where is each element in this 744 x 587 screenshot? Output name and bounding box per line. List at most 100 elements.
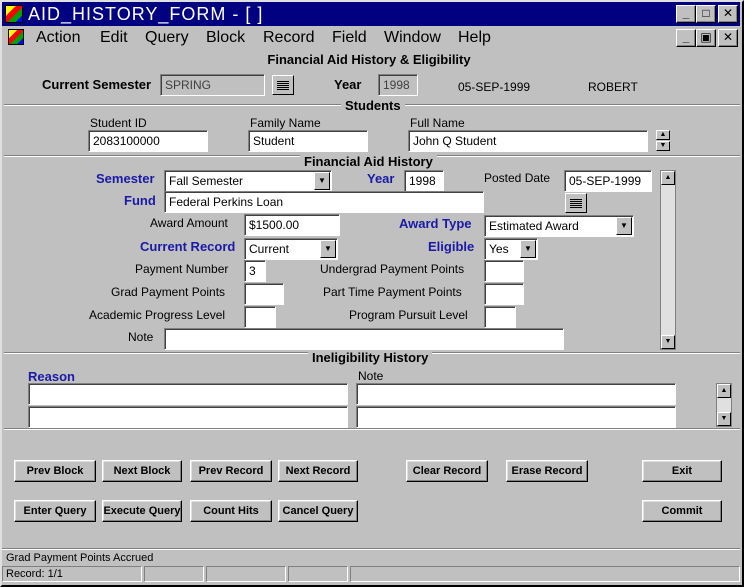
student-id-field[interactable]: 2083100000 xyxy=(88,130,208,152)
fund-label: Fund xyxy=(124,193,156,208)
program-pursuit-field[interactable] xyxy=(484,306,516,328)
students-scrollbar[interactable]: ▲ ▼ xyxy=(656,130,672,152)
menu-edit[interactable]: Edit xyxy=(100,29,128,47)
scroll-down-icon[interactable]: ▼ xyxy=(656,141,670,151)
semester-label: Semester xyxy=(96,171,155,186)
academic-progress-field[interactable] xyxy=(244,306,276,328)
eligible-select[interactable]: Yes ▼ xyxy=(484,238,538,260)
award-type-label: Award Type xyxy=(399,216,472,231)
doc-icon[interactable] xyxy=(8,29,24,45)
undergrad-points-label: Undergrad Payment Points xyxy=(320,262,465,276)
scroll-up-icon[interactable]: ▲ xyxy=(661,171,675,185)
award-amount-field[interactable]: $1500.00 xyxy=(244,214,340,236)
award-amount-label: Award Amount xyxy=(150,216,228,230)
fund-field[interactable]: Federal Perkins Loan xyxy=(164,191,484,213)
status-divider xyxy=(2,548,740,550)
semester-select[interactable]: Fall Semester ▼ xyxy=(164,170,332,192)
status-cell-4 xyxy=(288,566,348,582)
eligible-value: Yes xyxy=(489,242,509,256)
current-record-label: Current Record xyxy=(140,239,236,254)
history-year-label: Year xyxy=(367,171,395,186)
app-icon[interactable] xyxy=(5,5,23,23)
exit-button[interactable]: Exit xyxy=(642,460,722,482)
posted-date-label: Posted Date xyxy=(484,171,551,185)
scroll-up-icon[interactable]: ▲ xyxy=(656,130,670,140)
current-semester-label: Current Semester xyxy=(42,77,152,92)
menu-record[interactable]: Record xyxy=(263,29,315,47)
chevron-down-icon[interactable]: ▼ xyxy=(314,172,330,190)
scroll-down-icon[interactable]: ▼ xyxy=(717,412,731,426)
part-time-points-field[interactable] xyxy=(484,283,524,305)
scroll-up-icon[interactable]: ▲ xyxy=(717,384,731,398)
header-user: ROBERT xyxy=(588,80,638,94)
doc-minimize-button[interactable]: _ xyxy=(676,29,696,47)
menu-window[interactable]: Window xyxy=(384,29,441,47)
prev-block-button[interactable]: Prev Block xyxy=(14,460,96,482)
history-scrollbar[interactable]: ▲ ▼ xyxy=(660,170,676,350)
undergrad-points-field[interactable] xyxy=(484,260,524,282)
eligible-label: Eligible xyxy=(428,239,475,254)
ineligibility-scrollbar[interactable]: ▲ ▼ xyxy=(716,383,732,427)
doc-close-button[interactable]: ✕ xyxy=(718,29,738,47)
enter-query-button[interactable]: Enter Query xyxy=(14,500,96,522)
payment-number-field[interactable]: 3 xyxy=(244,260,266,282)
note-field[interactable] xyxy=(164,328,564,350)
erase-record-button[interactable]: Erase Record xyxy=(506,460,588,482)
inelig-note-label: Note xyxy=(358,369,384,383)
count-hits-button[interactable]: Count Hits xyxy=(190,500,272,522)
menu-query[interactable]: Query xyxy=(145,29,189,47)
menu-field[interactable]: Field xyxy=(332,29,367,47)
history-year-field[interactable]: 1998 xyxy=(404,170,444,192)
inelig-note-field-1[interactable] xyxy=(356,383,676,405)
family-name-field[interactable]: Student xyxy=(248,130,368,152)
menu-bar: Action Edit Query Block Record Field Win… xyxy=(2,26,740,50)
chevron-down-icon[interactable]: ▼ xyxy=(520,240,536,258)
close-button[interactable]: ✕ xyxy=(718,5,738,23)
form-title: Financial Aid History & Eligibility xyxy=(267,52,471,67)
minimize-button[interactable]: _ xyxy=(676,5,696,23)
grad-points-field[interactable] xyxy=(244,283,284,305)
chevron-down-icon[interactable]: ▼ xyxy=(616,217,632,235)
inelig-note-field-2[interactable] xyxy=(356,406,676,428)
header-year-field[interactable]: 1998 xyxy=(378,74,418,96)
semester-value: Fall Semester xyxy=(169,174,244,188)
current-record-value: Current xyxy=(249,242,290,256)
payment-number-label: Payment Number xyxy=(135,262,229,276)
execute-query-button[interactable]: Execute Query xyxy=(102,500,182,522)
award-type-value: Estimated Award xyxy=(489,219,579,233)
doc-restore-button[interactable]: ▣ xyxy=(696,29,716,47)
menu-help[interactable]: Help xyxy=(458,29,491,47)
family-name-label: Family Name xyxy=(250,116,321,130)
window-title: AID_HISTORY_FORM - [ ] xyxy=(28,4,264,24)
student-id-label: Student ID xyxy=(90,116,147,130)
cancel-query-button[interactable]: Cancel Query xyxy=(278,500,358,522)
header-date: 05-SEP-1999 xyxy=(458,80,531,94)
status-cell-3 xyxy=(206,566,286,582)
students-section-title: Students xyxy=(341,98,405,113)
full-name-field[interactable]: John Q Student xyxy=(408,130,648,152)
next-block-button[interactable]: Next Block xyxy=(102,460,182,482)
scroll-down-icon[interactable]: ▼ xyxy=(661,335,675,349)
list-of-values-icon[interactable] xyxy=(272,75,294,95)
button-area-divider xyxy=(4,428,740,430)
reason-field-2[interactable] xyxy=(28,406,348,428)
prev-record-button[interactable]: Prev Record xyxy=(190,460,272,482)
history-section-title: Financial Aid History xyxy=(300,154,437,169)
reason-label: Reason xyxy=(28,369,75,384)
award-type-select[interactable]: Estimated Award ▼ xyxy=(484,215,634,237)
chevron-down-icon[interactable]: ▼ xyxy=(320,240,336,258)
menu-action[interactable]: Action xyxy=(36,29,80,47)
next-record-button[interactable]: Next Record xyxy=(278,460,358,482)
note-label: Note xyxy=(128,330,154,344)
maximize-button[interactable]: □ xyxy=(696,5,716,23)
current-record-select[interactable]: Current ▼ xyxy=(244,238,338,260)
program-pursuit-label: Program Pursuit Level xyxy=(349,308,468,322)
posted-date-field[interactable]: 05-SEP-1999 xyxy=(564,170,652,192)
calendar-icon[interactable] xyxy=(565,193,587,213)
reason-field-1[interactable] xyxy=(28,383,348,405)
commit-button[interactable]: Commit xyxy=(642,500,722,522)
current-semester-field[interactable]: SPRING xyxy=(160,74,265,96)
academic-progress-label: Academic Progress Level xyxy=(89,308,226,322)
clear-record-button[interactable]: Clear Record xyxy=(406,460,488,482)
menu-block[interactable]: Block xyxy=(206,29,245,47)
